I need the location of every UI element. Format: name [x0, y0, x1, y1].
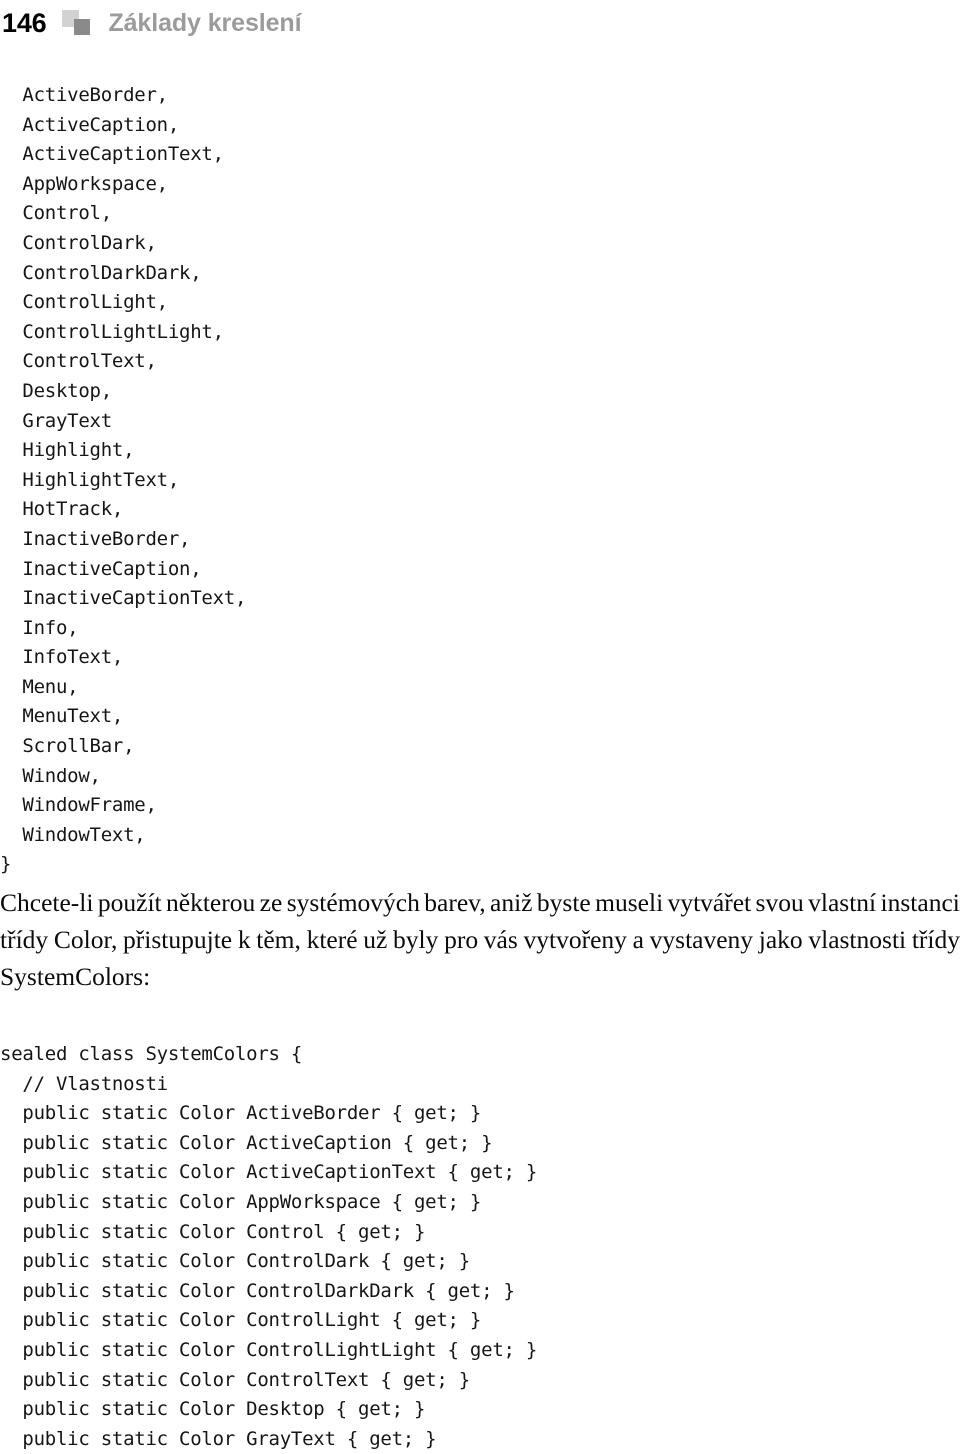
paragraph-word: Color,: [53, 925, 118, 954]
paragraph-word: ze: [259, 888, 283, 917]
code-line: AppWorkspace,: [0, 172, 168, 195]
code-line: HotTrack,: [0, 498, 124, 521]
paragraph-word: systémových: [286, 888, 420, 917]
body-paragraph: Chcete-li použít některou ze systémových bare…: [0, 884, 960, 995]
paragraph-word: použít: [97, 888, 162, 917]
code-line: ControlText,: [0, 350, 157, 373]
code-line: Highlight,: [0, 439, 135, 462]
paragraph-word: svou: [755, 888, 804, 917]
code-line: public static Color ActiveCaptionText { …: [0, 1161, 538, 1184]
code-line: Control,: [0, 202, 112, 225]
code-line: sealed class SystemColors {: [0, 1043, 303, 1065]
paragraph-word: pro: [444, 925, 479, 954]
paragraph-word: byste: [536, 888, 591, 917]
paragraph-word: které: [306, 925, 358, 954]
code-line: WindowText,: [0, 823, 146, 846]
code-line: InactiveCaption,: [0, 557, 202, 580]
code-line: InactiveCaptionText,: [0, 587, 247, 610]
code-line: public static Color ActiveBorder { get; …: [0, 1102, 482, 1125]
paragraph-word: třídy: [0, 925, 49, 954]
code-line: // Vlastnosti: [0, 1072, 168, 1095]
code-block-systemcolors-class: sealed class SystemColors { // Vlastnost…: [0, 1040, 960, 1454]
code-block-enum-members: ActiveBorder, ActiveCaption, ActiveCapti…: [0, 81, 960, 880]
square-dark-icon: [74, 19, 91, 35]
code-line: public static Color Desktop { get; }: [0, 1398, 426, 1421]
paragraph-word: vytvářet: [667, 888, 752, 917]
chapter-squares-icon: [62, 10, 96, 36]
paragraph-word: Chcete-li: [0, 888, 94, 917]
code-line: public static Color ControlLight { get; …: [0, 1309, 482, 1332]
paragraph-word: už: [363, 925, 388, 954]
code-line: ActiveBorder,: [0, 84, 168, 106]
paragraph-word: jako: [758, 925, 803, 954]
chapter-title: Základy kreslení: [108, 8, 302, 37]
code-line: }: [0, 853, 12, 876]
code-line: public static Color ControlDarkDark { ge…: [0, 1279, 515, 1302]
page-header: 146 Základy kreslení: [0, 0, 960, 46]
code-line: ScrollBar,: [0, 735, 135, 758]
code-line: ActiveCaptionText,: [0, 143, 224, 166]
code-line: public static Color AppWorkspace { get; …: [0, 1190, 482, 1213]
paragraph-word: barev,: [424, 888, 486, 917]
paragraph-line-3: SystemColors:: [0, 962, 151, 991]
code-line: WindowFrame,: [0, 794, 157, 817]
paragraph-word: třídy: [911, 925, 960, 954]
code-line: public static Color GrayText { get; }: [0, 1427, 437, 1450]
code-line: InactiveBorder,: [0, 527, 191, 550]
code-line: public static Color ControlLightLight { …: [0, 1338, 538, 1361]
code-line: public static Color ControlDark { get; }: [0, 1250, 470, 1273]
paragraph-word: vystaveny: [649, 925, 754, 954]
paragraph-word: k: [237, 925, 251, 954]
code-line: MenuText,: [0, 705, 124, 728]
code-line: ControlDarkDark,: [0, 261, 202, 284]
code-line: ControlLight,: [0, 291, 168, 314]
paragraph-word: vytvořeny: [523, 925, 627, 954]
code-line: ControlLightLight,: [0, 320, 224, 343]
paragraph-word: vlastní: [808, 888, 877, 917]
paragraph-word: museli: [595, 888, 664, 917]
paragraph-word: instanci: [880, 888, 960, 917]
paragraph-line-2: třídy Color, přistupujte k těm, které už byly pr…: [0, 921, 960, 958]
paragraph-word: přistupujte: [123, 925, 233, 954]
code-line: Window,: [0, 764, 101, 787]
code-line: HighlightText,: [0, 468, 180, 491]
code-line: Desktop,: [0, 379, 112, 402]
paragraph-word: některou: [166, 888, 256, 917]
paragraph-word: aniž: [490, 888, 533, 917]
document-page: 146 Základy kreslení ActiveBorder, Activ…: [0, 0, 960, 1450]
code-line: ActiveCaption,: [0, 113, 180, 136]
code-line: ControlDark,: [0, 231, 157, 254]
paragraph-line-1: Chcete-li použít některou ze systémových bare…: [0, 884, 960, 921]
code-line: InfoText,: [0, 646, 124, 669]
paragraph-word: těm,: [256, 925, 301, 954]
page-number: 146: [2, 7, 47, 38]
paragraph-word: byly: [393, 925, 439, 954]
paragraph-word: vlastnosti: [808, 925, 907, 954]
code-line: Info,: [0, 616, 79, 639]
code-line: GrayText: [0, 409, 112, 432]
paragraph-word: vás: [483, 925, 518, 954]
paragraph-word: a: [632, 925, 644, 954]
code-line: Menu,: [0, 675, 79, 698]
code-line: public static Color ActiveCaption { get;…: [0, 1131, 493, 1154]
code-line: public static Color ControlText { get; }: [0, 1368, 470, 1391]
code-line: public static Color Control { get; }: [0, 1220, 426, 1243]
